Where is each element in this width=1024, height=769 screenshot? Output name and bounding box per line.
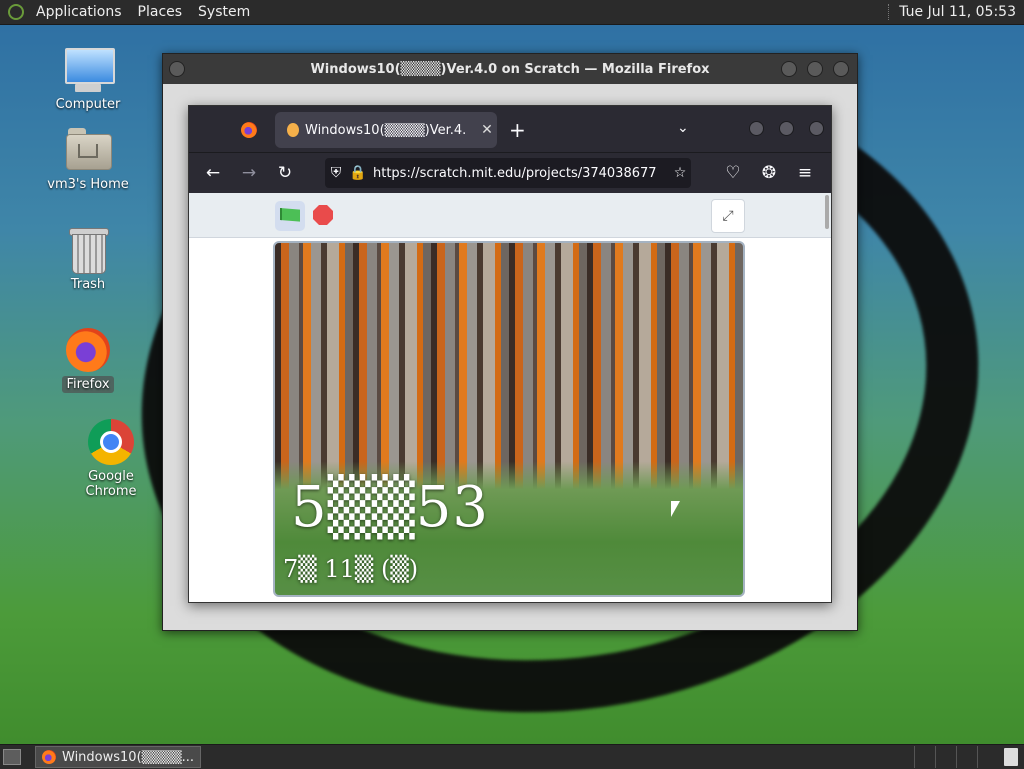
shield-icon[interactable]: ⛨ bbox=[325, 165, 347, 181]
desktop-icon-label: Computer bbox=[55, 97, 121, 112]
green-flag-icon bbox=[280, 208, 300, 222]
desktop-icon-label: Firefox bbox=[62, 376, 114, 393]
workspace-3[interactable] bbox=[956, 746, 977, 768]
scratch-favicon-icon bbox=[287, 123, 299, 137]
browser-close-icon[interactable] bbox=[809, 121, 824, 136]
panel-clock[interactable]: Tue Jul 11, 05:53 bbox=[899, 4, 1024, 20]
tab-scratch[interactable]: Windows10(▒▒▒▒)Ver.4. ✕ bbox=[275, 112, 497, 148]
stop-button[interactable] bbox=[313, 205, 333, 225]
tab-close-icon[interactable]: ✕ bbox=[477, 122, 497, 138]
new-tab-button[interactable]: + bbox=[509, 118, 526, 142]
desktop-icon-trash[interactable]: Trash bbox=[40, 226, 136, 293]
url-bar[interactable]: ⛨ 🔒 https://scratch.mit.edu/projects/374… bbox=[325, 158, 691, 188]
browser-window: Windows10(▒▒▒▒)Ver.4. ✕ + ⌄ ← → ↻ ⛨ 🔒 ht… bbox=[188, 105, 832, 603]
minimize-icon[interactable] bbox=[781, 61, 797, 77]
top-panel: Applications Places System Tue Jul 11, 0… bbox=[0, 0, 1024, 25]
pocket-icon[interactable]: ♡ bbox=[721, 161, 745, 185]
tab-bar: Windows10(▒▒▒▒)Ver.4. ✕ + ⌄ bbox=[189, 106, 831, 152]
tab-list-icon[interactable]: ⌄ bbox=[677, 120, 689, 136]
close-icon[interactable] bbox=[833, 61, 849, 77]
firefox-icon bbox=[42, 750, 56, 764]
exit-fullscreen-button[interactable]: ⤢ bbox=[711, 199, 745, 233]
bottom-panel: Windows10(▒▒▒▒... bbox=[0, 744, 1024, 769]
lockscreen-time: 5▒▒53 bbox=[291, 475, 490, 540]
workspace-4[interactable] bbox=[977, 746, 998, 768]
desktop-icon-computer[interactable]: Computer bbox=[40, 46, 136, 113]
window-titlebar[interactable]: Windows10(▒▒▒▒)Ver.4.0 on Scratch — Mozi… bbox=[163, 54, 857, 84]
firefox-icon bbox=[64, 326, 112, 374]
lock-icon[interactable]: 🔒 bbox=[347, 165, 369, 181]
trash-icon bbox=[64, 226, 112, 274]
extensions-icon[interactable]: ❂ bbox=[757, 161, 781, 185]
show-desktop-icon[interactable] bbox=[3, 749, 21, 765]
maximize-icon[interactable] bbox=[807, 61, 823, 77]
tab-title: Windows10(▒▒▒▒)Ver.4. bbox=[305, 122, 467, 138]
navigation-bar: ← → ↻ ⛨ 🔒 https://scratch.mit.edu/projec… bbox=[189, 152, 831, 193]
browser-minimize-icon[interactable] bbox=[749, 121, 764, 136]
app-menu-icon[interactable]: ≡ bbox=[793, 161, 817, 185]
panel-trash-icon[interactable] bbox=[1004, 748, 1018, 766]
applications-menu[interactable]: Applications bbox=[28, 4, 130, 20]
back-button[interactable]: ← bbox=[201, 161, 225, 185]
scratch-stage[interactable]: 5▒▒53 7▒ 11▒ (▒) bbox=[273, 241, 745, 597]
bookmark-star-icon[interactable]: ☆ bbox=[669, 165, 691, 181]
panel-separator bbox=[888, 4, 891, 20]
url-text[interactable]: https://scratch.mit.edu/projects/3740386… bbox=[373, 166, 669, 181]
forward-button[interactable]: → bbox=[237, 161, 261, 185]
home-folder-icon bbox=[64, 126, 112, 174]
chrome-icon bbox=[87, 418, 135, 466]
desktop-icon-label: Trash bbox=[70, 277, 106, 292]
browser-maximize-icon[interactable] bbox=[779, 121, 794, 136]
scratch-page: ⤢ 5▒▒53 7▒ 11▒ (▒) bbox=[189, 193, 831, 602]
places-menu[interactable]: Places bbox=[130, 4, 191, 20]
scratch-controls: ⤢ bbox=[189, 193, 831, 238]
window-menu-icon[interactable] bbox=[169, 61, 185, 77]
desktop-icon-label: Google Chrome bbox=[85, 469, 137, 499]
desktop-icon-home[interactable]: vm3's Home bbox=[40, 126, 136, 193]
green-flag-button[interactable] bbox=[275, 201, 305, 231]
desktop-icon-firefox[interactable]: Firefox bbox=[40, 326, 136, 393]
lockscreen-date: 7▒ 11▒ (▒) bbox=[283, 555, 419, 583]
computer-icon bbox=[64, 46, 115, 94]
system-menu[interactable]: System bbox=[190, 4, 258, 20]
desktop-icon-label: vm3's Home bbox=[47, 177, 129, 192]
page-scrollbar[interactable] bbox=[825, 195, 829, 229]
taskbar-item-label: Windows10(▒▒▒▒... bbox=[62, 749, 194, 765]
desktop-icon-chrome[interactable]: Google Chrome bbox=[62, 418, 160, 500]
taskbar-item-firefox[interactable]: Windows10(▒▒▒▒... bbox=[35, 746, 201, 768]
reload-button[interactable]: ↻ bbox=[273, 161, 297, 185]
mouse-cursor-icon bbox=[671, 501, 680, 517]
workspace-1[interactable] bbox=[914, 746, 935, 768]
firefox-view-icon[interactable] bbox=[241, 122, 257, 138]
distro-logo-icon[interactable] bbox=[8, 4, 24, 20]
window-title: Windows10(▒▒▒▒)Ver.4.0 on Scratch — Mozi… bbox=[310, 61, 710, 77]
workspace-2[interactable] bbox=[935, 746, 956, 768]
